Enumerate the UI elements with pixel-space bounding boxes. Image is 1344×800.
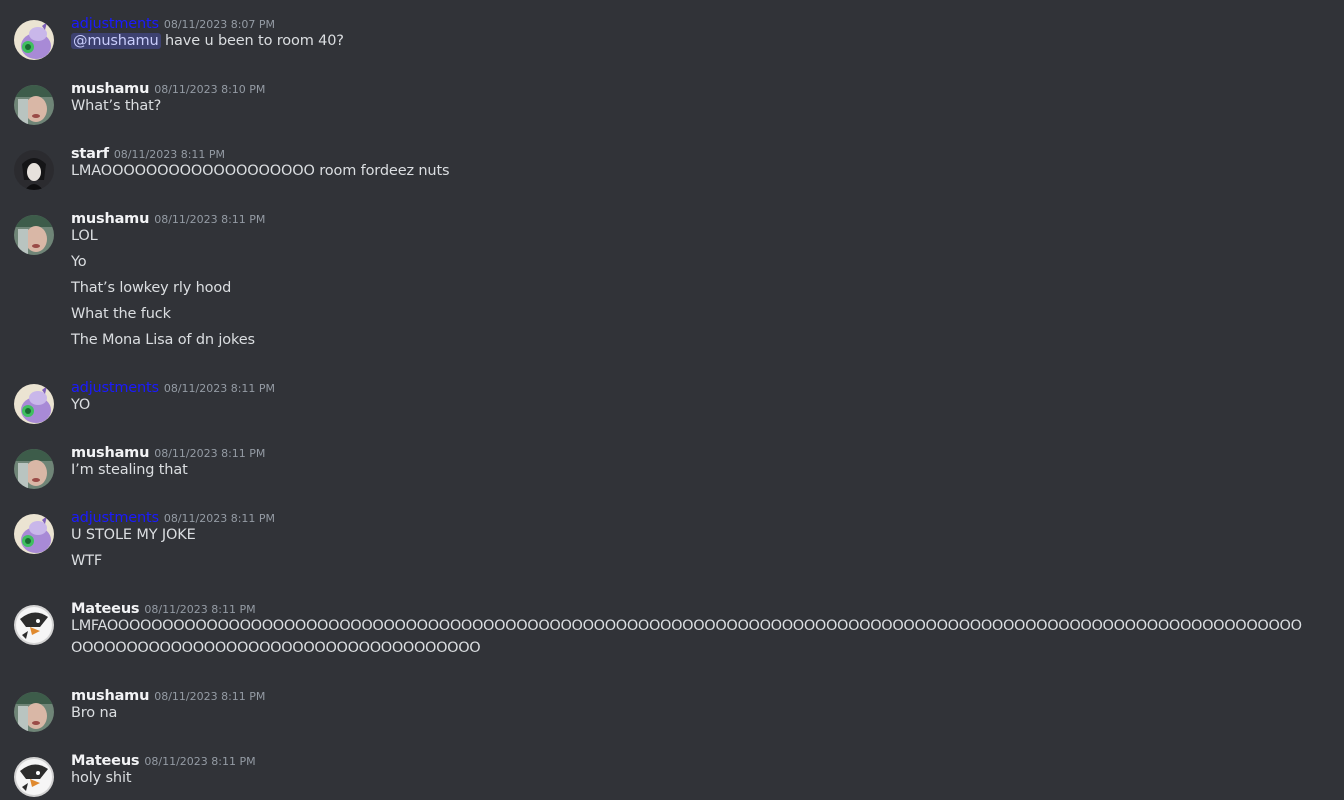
message-line: Bro na bbox=[71, 705, 118, 721]
timestamp: 08/11/2023 8:11 PM bbox=[144, 755, 256, 768]
avatar-photo-icon[interactable] bbox=[14, 692, 54, 732]
message-line: LMFAOOOOOOOOOOOOOOOOOOOOOOOOOOOOOOOOOOOO… bbox=[71, 618, 1302, 656]
avatar-goodra-icon[interactable] bbox=[14, 20, 54, 60]
message-line: What the fuck bbox=[71, 306, 171, 322]
message-line: What’s that? bbox=[71, 98, 162, 114]
avatar-photo-icon[interactable] bbox=[14, 85, 54, 125]
timestamp: 08/11/2023 8:10 PM bbox=[154, 83, 266, 96]
message-line: LOL bbox=[71, 228, 98, 244]
avatar-photo-icon[interactable] bbox=[14, 215, 54, 255]
timestamp: 08/11/2023 8:11 PM bbox=[163, 382, 276, 395]
user-mention[interactable]: @mushamu bbox=[71, 33, 161, 49]
message-line: have u been to room 40? bbox=[160, 33, 344, 49]
chat-messages: adjustments 08/11/2023 8:07 PM @mushamu h… bbox=[0, 0, 1344, 800]
timestamp: 08/11/2023 8:11 PM bbox=[154, 213, 266, 226]
avatar-goodra-icon[interactable] bbox=[14, 384, 54, 424]
message-line: U STOLE MY JOKE bbox=[71, 527, 196, 543]
message-line: LMAOOOOOOOOOOOOOOOOOOO room fordeez nuts bbox=[71, 163, 450, 179]
avatar-anime-character-icon[interactable] bbox=[14, 150, 54, 190]
message-line: holy shit bbox=[71, 770, 132, 786]
avatar-penguin-icon[interactable] bbox=[14, 605, 54, 645]
avatar-photo-icon[interactable] bbox=[14, 449, 54, 489]
message-header: adjustments 08/11/2023 8:11 PM bbox=[71, 376, 275, 398]
message-header: mushamu 08/11/2023 8:11 PM bbox=[71, 207, 265, 229]
message-line: That’s lowkey rly hood bbox=[71, 280, 232, 296]
avatar-penguin-icon[interactable] bbox=[14, 757, 54, 797]
timestamp: 08/11/2023 8:11 PM bbox=[154, 690, 266, 703]
message-line: The Mona Lisa of dn jokes bbox=[71, 332, 255, 348]
message-line: Yo bbox=[71, 254, 87, 270]
avatar-goodra-icon[interactable] bbox=[14, 514, 54, 554]
message-line: YO bbox=[71, 397, 91, 413]
message-line: I’m stealing that bbox=[71, 462, 188, 478]
message-line: WTF bbox=[71, 553, 103, 569]
message-text: @mushamu have u been to room 40? bbox=[71, 30, 344, 52]
